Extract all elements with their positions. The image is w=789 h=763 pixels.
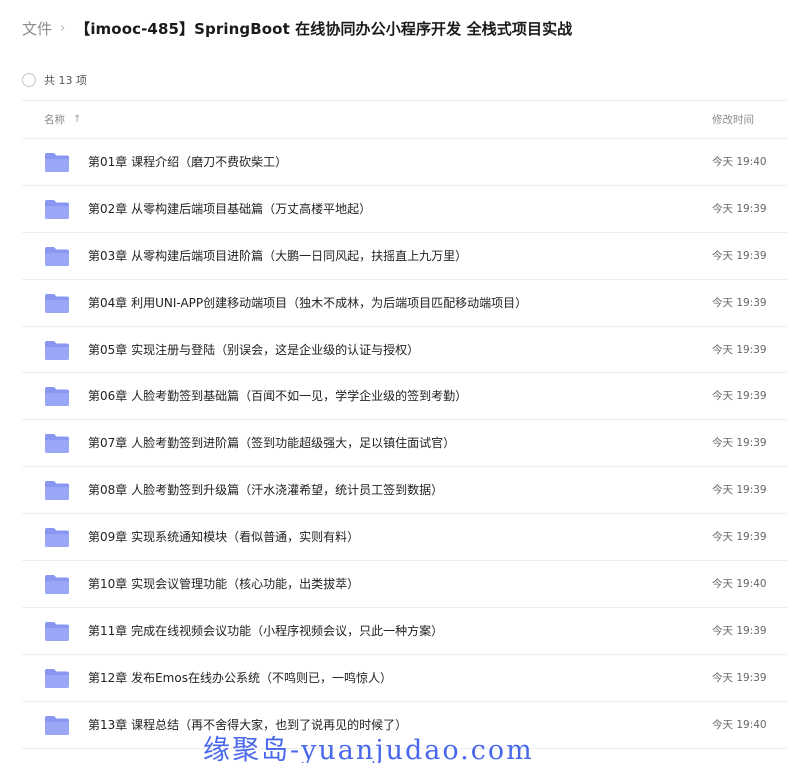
list-item[interactable]: 第07章 人脸考勤签到进阶篇（签到功能超级强大，足以镇住面试官） 今天 19:39 xyxy=(22,420,788,468)
list-item[interactable]: 第03章 从零构建后端项目进阶篇（大鹏一日同风起，扶摇直上九万里） 今天 19:3… xyxy=(22,233,788,280)
breadcrumb-root-link[interactable]: 文件 xyxy=(22,18,52,39)
breadcrumb: 文件 › 【imooc-485】SpringBoot 在线协同办公小程序开发 全… xyxy=(22,14,572,42)
list-item-name[interactable]: 第04章 利用UNI-APP创建移动端项目（独木不成林，为后端项目匹配移动端项目… xyxy=(88,280,527,326)
list-item-modified-time: 今天 19:39 xyxy=(712,390,767,403)
list-item-name[interactable]: 第07章 人脸考勤签到进阶篇（签到功能超级强大，足以镇住面试官） xyxy=(88,420,455,466)
item-summary: 共 13 项 xyxy=(22,70,87,90)
list-body: 第01章 课程介绍（磨刀不费砍柴工） 今天 19:40 第02章 从零构建后端项目基… xyxy=(22,139,788,749)
list-item-name[interactable]: 第12章 发布Emos在线办公系统（不鸣则已，一鸣惊人） xyxy=(88,655,392,701)
list-item-name[interactable]: 第08章 人脸考勤签到升级篇（汗水浇灌希望，统计员工签到数据） xyxy=(88,467,443,513)
list-item[interactable]: 第01章 课程介绍（磨刀不费砍柴工） 今天 19:40 xyxy=(22,139,788,186)
column-header-modified-time[interactable]: 修改时间 xyxy=(712,112,754,127)
folder-icon xyxy=(45,668,69,688)
list-item[interactable]: 第12章 发布Emos在线办公系统（不鸣则已，一鸣惊人） 今天 19:39 xyxy=(22,655,788,702)
folder-icon xyxy=(45,481,69,501)
list-item-name[interactable]: 第03章 从零构建后端项目进阶篇（大鹏一日同风起，扶摇直上九万里） xyxy=(88,233,467,279)
list-item-modified-time: 今天 19:39 xyxy=(712,671,767,684)
folder-icon xyxy=(45,575,69,595)
list-item-name[interactable]: 第06章 人脸考勤签到基础篇（百闻不如一见，学学企业级的签到考勤） xyxy=(88,373,467,419)
item-count: 共 13 项 xyxy=(44,74,87,87)
list-item-name[interactable]: 第11章 完成在线视频会议功能（小程序视频会议，只此一种方案） xyxy=(88,608,443,654)
folder-icon xyxy=(45,621,69,641)
list-item-name[interactable]: 第10章 实现会议管理功能（核心功能，出类拔萃） xyxy=(88,561,359,607)
page-title: 【imooc-485】SpringBoot 在线协同办公小程序开发 全栈式项目实… xyxy=(75,19,573,38)
list-item-name[interactable]: 第01章 课程介绍（磨刀不费砍柴工） xyxy=(88,139,287,185)
list-item-name[interactable]: 第09章 实现系统通知模块（看似普通，实则有料） xyxy=(88,514,359,560)
breadcrumb-separator-icon: › xyxy=(60,20,66,36)
list-item-name[interactable]: 第05章 实现注册与登陆（别误会，这是企业级的认证与授权） xyxy=(88,327,419,373)
list-item[interactable]: 第10章 实现会议管理功能（核心功能，出类拔萃） 今天 19:40 xyxy=(22,561,788,608)
folder-icon xyxy=(45,528,69,548)
list-item-modified-time: 今天 19:40 xyxy=(712,156,767,168)
folder-icon xyxy=(45,340,69,360)
folder-icon xyxy=(45,199,69,219)
folder-icon xyxy=(45,293,69,313)
select-all-checkbox[interactable] xyxy=(22,73,36,87)
column-header-name-label: 名称 xyxy=(44,114,65,126)
list-item[interactable]: 第02章 从零构建后端项目基础篇（万丈高楼平地起） 今天 19:39 xyxy=(22,186,788,233)
list-item[interactable]: 第09章 实现系统通知模块（看似普通，实则有料） 今天 19:39 xyxy=(22,514,788,562)
list-item-modified-time: 今天 19:39 xyxy=(712,296,767,309)
folder-icon xyxy=(45,434,69,454)
sort-ascending-icon[interactable]: ↑ xyxy=(73,114,81,125)
list-item-modified-time: 今天 19:40 xyxy=(712,718,767,731)
list-header: 名称 ↑ 修改时间 xyxy=(22,100,788,139)
list-item[interactable]: 第06章 人脸考勤签到基础篇（百闻不如一见，学学企业级的签到考勤） 今天 19:3… xyxy=(22,373,788,421)
column-header-name[interactable]: 名称 ↑ xyxy=(44,112,81,127)
list-item-modified-time: 今天 19:40 xyxy=(712,578,767,591)
list-item-name[interactable]: 第02章 从零构建后端项目基础篇（万丈高楼平地起） xyxy=(88,186,371,232)
folder-icon xyxy=(45,715,69,735)
folder-icon xyxy=(45,387,69,407)
list-item-modified-time: 今天 19:39 xyxy=(712,437,767,450)
list-item-modified-time: 今天 19:39 xyxy=(712,484,767,497)
list-item[interactable]: 第05章 实现注册与登陆（别误会，这是企业级的认证与授权） 今天 19:39 xyxy=(22,327,788,374)
list-item-modified-time: 今天 19:39 xyxy=(712,202,767,215)
watermark-text: 缘聚岛-yuanjudao.com xyxy=(203,735,534,763)
list-item[interactable]: 第11章 完成在线视频会议功能（小程序视频会议，只此一种方案） 今天 19:39 xyxy=(22,608,788,655)
list-item-modified-time: 今天 19:39 xyxy=(712,624,767,637)
list-item[interactable]: 第08章 人脸考勤签到升级篇（汗水浇灌希望，统计员工签到数据） 今天 19:39 xyxy=(22,467,788,515)
list-item-modified-time: 今天 19:39 xyxy=(712,343,767,356)
folder-icon xyxy=(45,153,69,172)
folder-icon xyxy=(45,246,69,266)
list-item[interactable]: 第04章 利用UNI-APP创建移动端项目（独木不成林，为后端项目匹配移动端项目… xyxy=(22,280,788,327)
list-item-modified-time: 今天 19:39 xyxy=(712,249,767,262)
file-list: 名称 ↑ 修改时间 第01章 课程介绍（磨刀不费砍柴工） 今天 19:40 第02章… xyxy=(22,100,788,749)
list-item-modified-time: 今天 19:39 xyxy=(712,531,767,544)
